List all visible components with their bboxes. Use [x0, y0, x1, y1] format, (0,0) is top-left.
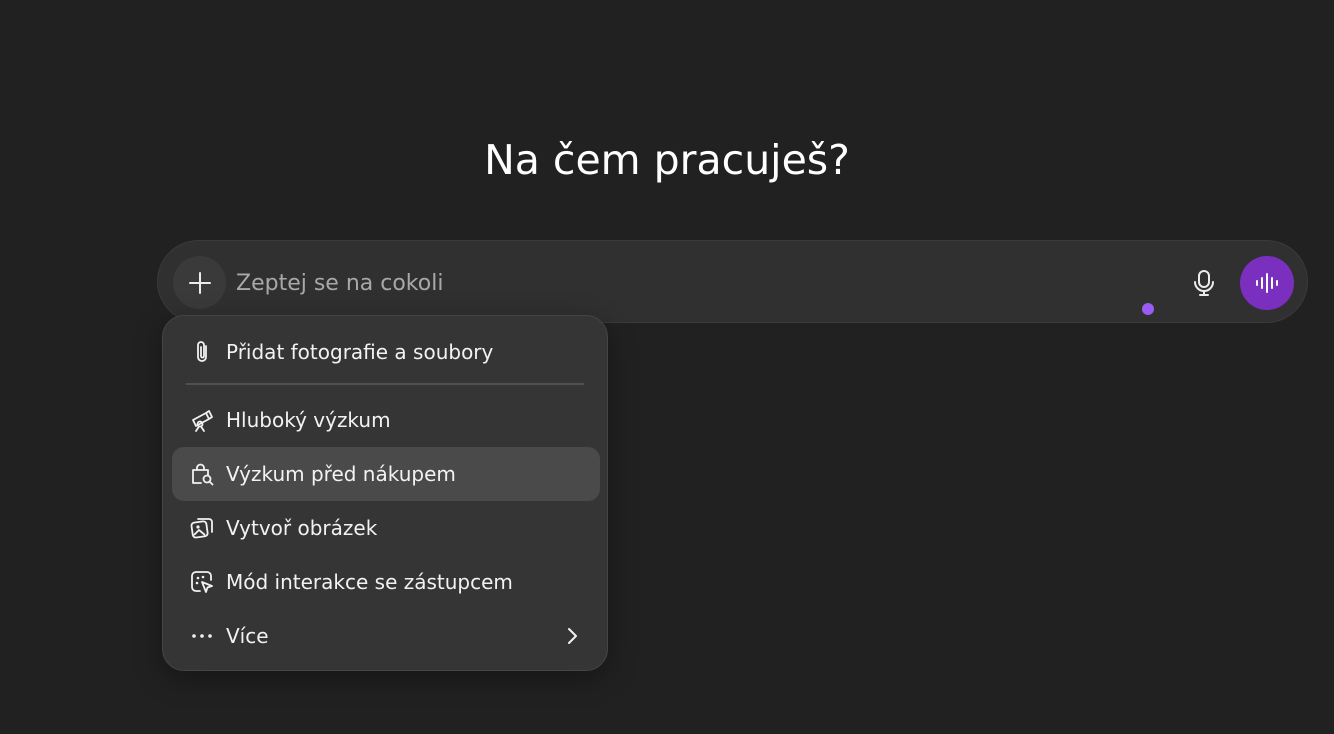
- menu-item-agent-mode[interactable]: Mód interakce se zástupcem: [172, 555, 600, 609]
- page-title: Na čem pracuješ?: [484, 136, 850, 184]
- menu-item-label: Mód interakce se zástupcem: [226, 570, 513, 594]
- add-button[interactable]: [173, 256, 226, 309]
- image-create-icon: [188, 514, 216, 542]
- prompt-input[interactable]: [236, 267, 1136, 299]
- voice-waveform-icon: [1256, 273, 1278, 293]
- shopping-bag-search-icon: [188, 460, 216, 488]
- voice-mode-button[interactable]: [1240, 256, 1294, 310]
- agent-cursor-icon: [188, 568, 216, 596]
- menu-item-label: Více: [226, 624, 269, 648]
- attachment-menu: Přidat fotografie a soubory Hluboký výzk…: [162, 315, 608, 671]
- composer: [157, 240, 1308, 323]
- menu-item-deep-research[interactable]: Hluboký výzkum: [172, 393, 600, 447]
- chevron-right-icon: [560, 624, 584, 648]
- more-dots-icon: [188, 622, 216, 650]
- menu-item-shopping-research[interactable]: Výzkum před nákupem: [172, 447, 600, 501]
- telescope-icon: [188, 406, 216, 434]
- status-dot: [1142, 303, 1154, 315]
- menu-item-label: Přidat fotografie a soubory: [226, 340, 494, 364]
- menu-item-label: Vytvoř obrázek: [226, 516, 378, 540]
- menu-item-add-files[interactable]: Přidat fotografie a soubory: [172, 325, 600, 379]
- menu-item-label: Hluboký výzkum: [226, 408, 391, 432]
- dictate-button[interactable]: [1186, 263, 1222, 303]
- paperclip-icon: [188, 338, 216, 366]
- plus-icon: [188, 271, 211, 294]
- menu-item-create-image[interactable]: Vytvoř obrázek: [172, 501, 600, 555]
- menu-divider: [186, 383, 584, 385]
- microphone-icon: [1194, 270, 1214, 296]
- menu-item-more[interactable]: Více: [172, 609, 600, 663]
- menu-item-label: Výzkum před nákupem: [226, 462, 456, 486]
